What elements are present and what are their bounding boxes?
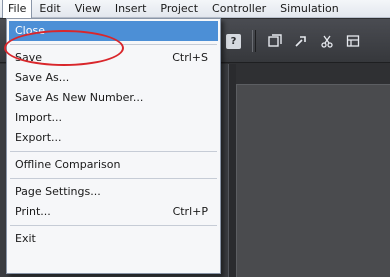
menu-item-label: Offline Comparison xyxy=(15,158,121,171)
menu-bar: File Edit View Insert Project Controller… xyxy=(0,0,390,18)
menu-item-label: Import... xyxy=(15,111,62,124)
cut-icon[interactable] xyxy=(318,32,336,50)
toolbar-separator xyxy=(252,30,256,52)
window-icon[interactable] xyxy=(266,32,284,50)
menu-item-label: Export... xyxy=(15,131,62,144)
menu-separator xyxy=(10,44,217,45)
menu-item-export[interactable]: Export... xyxy=(9,128,218,148)
menu-insert[interactable]: Insert xyxy=(108,0,154,18)
menu-item-page-settings[interactable]: Page Settings... xyxy=(9,182,218,202)
menu-item-import[interactable]: Import... xyxy=(9,108,218,128)
shortcut-label: Ctrl+S xyxy=(172,51,208,64)
menu-item-offline-comparison[interactable]: Offline Comparison xyxy=(9,155,218,175)
menu-item-close[interactable]: Close xyxy=(9,21,218,41)
shortcut-label: Ctrl+P xyxy=(172,205,208,218)
menu-item-label: Save As New Number... xyxy=(15,91,144,104)
menu-controller[interactable]: Controller xyxy=(205,0,273,18)
menu-edit[interactable]: Edit xyxy=(32,0,67,18)
menu-item-label: Save As... xyxy=(15,71,70,84)
menu-item-label: Save xyxy=(15,51,43,64)
menu-item-save-as-new-number[interactable]: Save As New Number... xyxy=(9,88,218,108)
menu-separator xyxy=(10,225,217,226)
menu-item-label: Close xyxy=(15,24,45,37)
grid-icon[interactable] xyxy=(344,32,362,50)
menu-simulation[interactable]: Simulation xyxy=(273,0,346,18)
menu-file[interactable]: File xyxy=(2,0,33,18)
pane-splitter[interactable] xyxy=(228,64,236,277)
menu-project[interactable]: Project xyxy=(153,0,205,18)
tools-icon[interactable] xyxy=(292,32,310,50)
menu-separator xyxy=(10,151,217,152)
menu-item-print[interactable]: Print... Ctrl+P xyxy=(9,202,218,222)
menu-separator xyxy=(10,178,217,179)
menu-item-label: Page Settings... xyxy=(15,185,101,198)
menu-item-save[interactable]: Save Ctrl+S xyxy=(9,48,218,68)
menu-item-label: Exit xyxy=(15,232,36,245)
menu-item-save-as[interactable]: Save As... xyxy=(9,68,218,88)
menu-view[interactable]: View xyxy=(68,0,108,18)
menu-item-label: Print... xyxy=(15,205,51,218)
menu-item-exit[interactable]: Exit xyxy=(9,229,218,249)
file-menu-dropdown: Close Save Ctrl+S Save As... Save As New … xyxy=(6,18,221,274)
help-icon[interactable]: ? xyxy=(226,34,241,49)
editor-canvas[interactable] xyxy=(236,84,390,277)
